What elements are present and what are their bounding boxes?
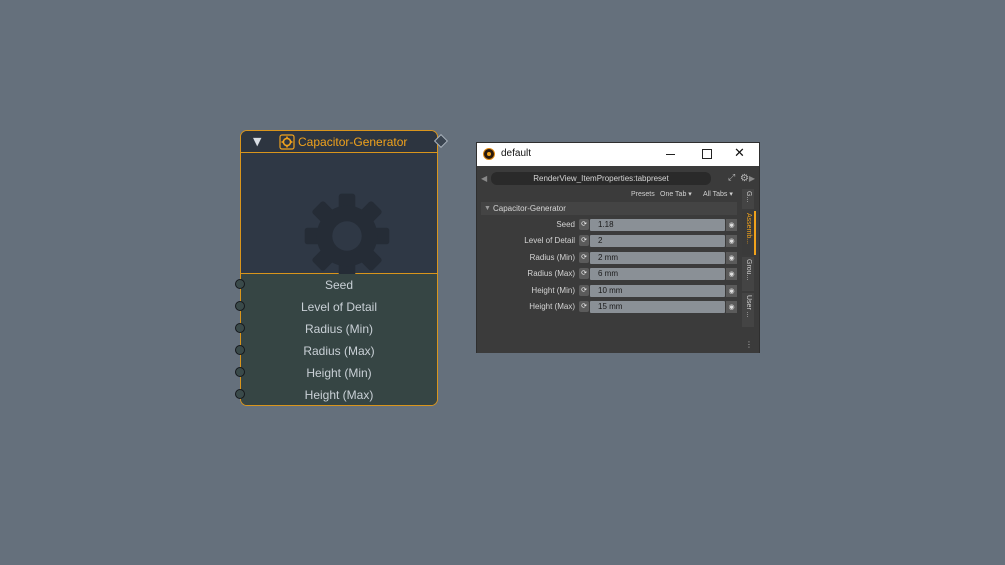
one-tab-dropdown[interactable]: One Tab ▾ bbox=[660, 189, 692, 201]
collapse-arrow-icon[interactable]: ▼ bbox=[253, 135, 261, 149]
close-icon: ✕ bbox=[734, 146, 745, 161]
input-row-radius-min[interactable]: Radius (Min) bbox=[235, 318, 437, 340]
property-field[interactable]: 15 mm bbox=[590, 301, 725, 313]
gear-icon[interactable]: ⚙ bbox=[740, 173, 749, 184]
input-label: Radius (Max) bbox=[303, 344, 375, 358]
all-tabs-label: All Tabs bbox=[703, 191, 728, 198]
input-label: Radius (Min) bbox=[304, 322, 373, 336]
preset-bar: Presets One Tab ▾ All Tabs ▾ bbox=[477, 189, 739, 201]
collapse-arrow-icon[interactable]: ▼ bbox=[484, 202, 491, 215]
expand-icon[interactable]: ⤢ bbox=[728, 173, 735, 184]
side-tab-label: User ... bbox=[745, 295, 752, 318]
property-label: Level of Detail bbox=[524, 236, 575, 245]
property-field[interactable]: 1.18 bbox=[590, 219, 725, 231]
input-label: Seed bbox=[324, 278, 354, 292]
reset-icon[interactable]: ⟳ bbox=[579, 235, 589, 246]
property-row-radius-max: Radius (Max) ⟳ 6 mm ◉ bbox=[477, 267, 739, 281]
side-tab-user[interactable]: User ... bbox=[742, 293, 754, 327]
more-tabs-icon[interactable]: ⋮ bbox=[745, 340, 753, 349]
chevron-down-icon: ▾ bbox=[688, 191, 692, 198]
property-label: Radius (Max) bbox=[527, 269, 575, 278]
one-tab-label: One Tab bbox=[660, 191, 687, 198]
maximize-button[interactable] bbox=[689, 143, 723, 166]
gear-icon bbox=[279, 134, 295, 150]
window-titlebar[interactable]: default ✕ bbox=[477, 143, 759, 166]
property-field[interactable]: 2 mm bbox=[590, 252, 725, 264]
gear-icon bbox=[304, 193, 390, 279]
property-row-radius-min: Radius (Min) ⟳ 2 mm ◉ bbox=[477, 251, 739, 265]
minimize-icon bbox=[666, 154, 675, 155]
link-icon[interactable]: ◉ bbox=[726, 301, 737, 313]
input-row-level-of-detail[interactable]: Level of Detail bbox=[235, 296, 437, 318]
capacitor-generator-node[interactable]: ▼ Capacitor-Generator Seed Level of Deta… bbox=[235, 130, 449, 406]
tab-preset[interactable]: RenderView_ItemProperties:tabpreset bbox=[491, 172, 711, 185]
group-title: Capacitor-Generator bbox=[493, 204, 566, 213]
property-field[interactable]: 6 mm bbox=[590, 268, 725, 280]
input-label: Level of Detail bbox=[300, 300, 378, 314]
tab-bar: ◀ RenderView_ItemProperties:tabpreset ⤢ … bbox=[481, 172, 757, 185]
link-icon[interactable]: ◉ bbox=[726, 285, 737, 297]
link-icon[interactable]: ◉ bbox=[726, 235, 737, 247]
reset-icon[interactable]: ⟳ bbox=[579, 301, 589, 312]
node-inputs: Seed Level of Detail Radius (Min) Radius… bbox=[235, 274, 437, 406]
property-field[interactable]: 10 mm bbox=[590, 285, 725, 297]
property-row-height-max: Height (Max) ⟳ 15 mm ◉ bbox=[477, 300, 739, 314]
maximize-icon bbox=[702, 149, 712, 159]
node-title: Capacitor-Generator bbox=[298, 135, 408, 149]
reset-icon[interactable]: ⟳ bbox=[579, 219, 589, 230]
side-tab-group[interactable]: Grou... bbox=[742, 257, 754, 291]
property-label: Seed bbox=[556, 220, 575, 229]
side-tab-assembly[interactable]: Assemb... bbox=[742, 211, 756, 255]
all-tabs-dropdown[interactable]: All Tabs ▾ bbox=[703, 189, 733, 201]
scroll-left-icon[interactable]: ◀ bbox=[481, 172, 487, 185]
side-tab-general[interactable]: G... bbox=[742, 189, 754, 209]
chevron-down-icon: ▾ bbox=[729, 191, 733, 198]
presets-button[interactable]: Presets bbox=[631, 189, 655, 201]
side-tab-label: Grou... bbox=[745, 259, 752, 281]
property-field[interactable]: 2 bbox=[590, 235, 725, 247]
window-content: ◀ RenderView_ItemProperties:tabpreset ⤢ … bbox=[477, 166, 759, 353]
input-row-height-max[interactable]: Height (Max) bbox=[235, 384, 437, 406]
input-row-height-min[interactable]: Height (Min) bbox=[235, 362, 437, 384]
node-preview bbox=[241, 153, 437, 279]
properties-window: default ✕ ◀ RenderView_ItemProperties:ta… bbox=[476, 142, 760, 353]
side-tab-label: G... bbox=[745, 191, 752, 203]
minimize-button[interactable] bbox=[653, 143, 687, 166]
reset-icon[interactable]: ⟳ bbox=[579, 268, 589, 279]
reset-icon[interactable]: ⟳ bbox=[579, 252, 589, 263]
group-header[interactable]: ▼ Capacitor-Generator bbox=[481, 202, 737, 215]
side-tab-label: Assemb... bbox=[745, 213, 752, 245]
side-tabs: G... Assemb... Grou... User ... ⋮ bbox=[742, 189, 756, 351]
node-header[interactable]: ▼ Capacitor-Generator bbox=[241, 131, 449, 153]
input-label: Height (Max) bbox=[304, 388, 374, 402]
property-row-seed: Seed ⟳ 1.18 ◉ bbox=[477, 218, 739, 232]
app-icon bbox=[483, 148, 495, 160]
property-label: Height (Min) bbox=[531, 286, 575, 295]
window-title: default bbox=[501, 148, 532, 159]
property-label: Radius (Min) bbox=[529, 253, 575, 262]
scroll-right-icon[interactable]: ▶ bbox=[749, 172, 755, 185]
link-icon[interactable]: ◉ bbox=[726, 252, 737, 264]
property-label: Height (Max) bbox=[529, 302, 575, 311]
property-row-level-of-detail: Level of Detail ⟳ 2 ◉ bbox=[477, 234, 739, 248]
link-icon[interactable]: ◉ bbox=[726, 268, 737, 280]
output-port[interactable] bbox=[433, 133, 449, 149]
close-button[interactable]: ✕ bbox=[723, 143, 757, 166]
reset-icon[interactable]: ⟳ bbox=[579, 285, 589, 296]
input-label: Height (Min) bbox=[306, 366, 372, 380]
property-row-height-min: Height (Min) ⟳ 10 mm ◉ bbox=[477, 284, 739, 298]
link-icon[interactable]: ◉ bbox=[726, 219, 737, 231]
input-row-radius-max[interactable]: Radius (Max) bbox=[235, 340, 437, 362]
input-row-seed[interactable]: Seed bbox=[235, 274, 437, 296]
